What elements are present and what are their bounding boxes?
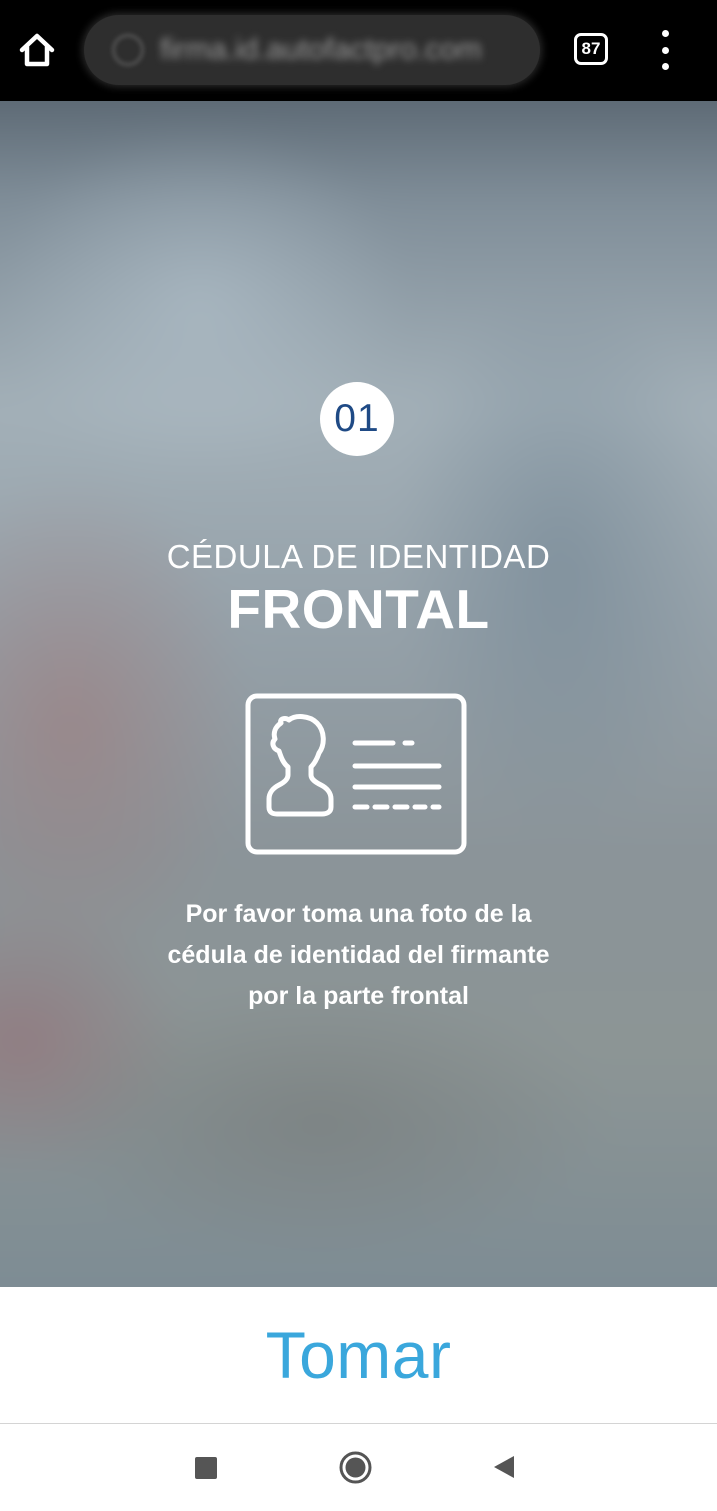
instructions-line: por la parte frontal: [248, 982, 469, 1010]
browser-toolbar: firma.id.autofactpro.com 87: [0, 0, 717, 101]
browser-home-button[interactable]: [14, 27, 60, 73]
url-text: firma.id.autofactpro.com: [160, 33, 482, 66]
screen: firma.id.autofactpro.com 87 01 CÉDULA DE…: [0, 0, 717, 1511]
browser-menu-button[interactable]: [648, 30, 682, 70]
id-card-icon: [245, 693, 467, 855]
instructions-line: cédula de identidad del firmante: [167, 941, 550, 969]
action-bar: Tomar: [0, 1287, 717, 1424]
loading-spinner-icon: [112, 34, 144, 66]
system-navigation-bar: [0, 1424, 717, 1511]
more-vert-icon: [661, 30, 669, 37]
document-side-label: FRONTAL: [227, 578, 490, 640]
home-circle-icon[interactable]: [339, 1451, 372, 1484]
home-icon: [19, 33, 55, 67]
instructions-line: Por favor toma una foto de la: [185, 900, 532, 928]
document-type-label: CÉDULA DE IDENTIDAD: [166, 538, 551, 575]
take-photo-button[interactable]: Tomar: [266, 1317, 452, 1393]
camera-preview: 01 CÉDULA DE IDENTIDAD FRONTAL Por favor…: [0, 101, 717, 1287]
step-number-badge: 01: [320, 382, 394, 456]
recents-icon[interactable]: [195, 1457, 217, 1479]
back-icon[interactable]: [492, 1454, 516, 1480]
address-bar[interactable]: firma.id.autofactpro.com: [84, 15, 540, 85]
instructions-text: Por favor toma una foto de la cédula de …: [100, 894, 617, 1017]
tab-switcher-button[interactable]: 87: [574, 33, 608, 65]
